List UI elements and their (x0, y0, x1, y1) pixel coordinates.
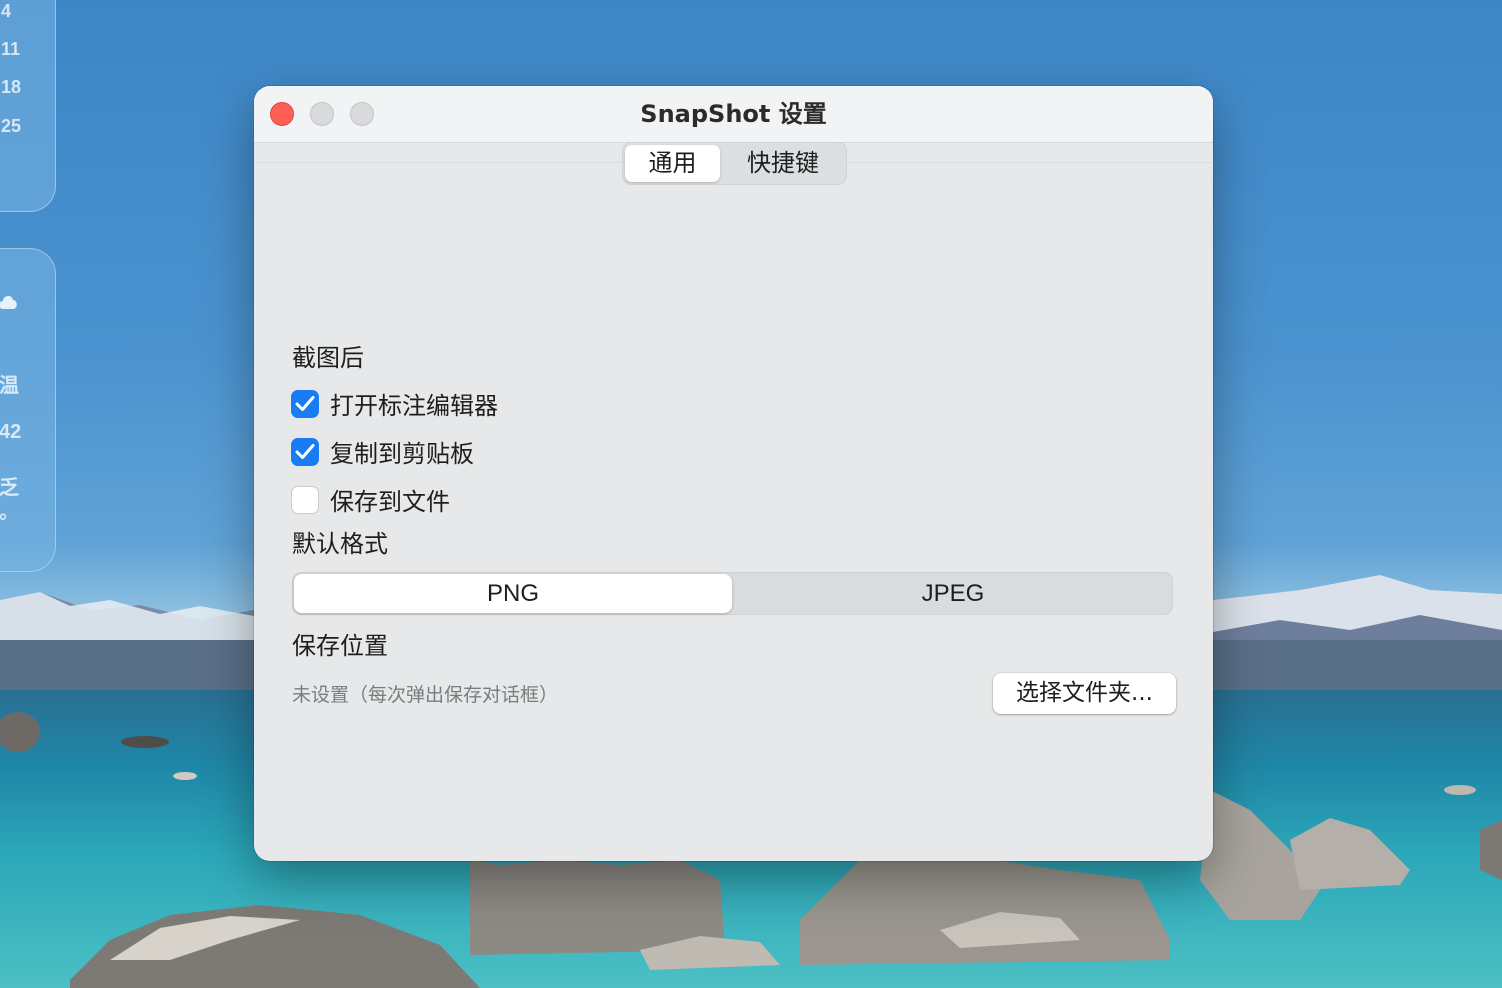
window-title: SnapShot 设置 (640, 100, 827, 128)
save-location-heading: 保存位置 (292, 632, 388, 660)
calendar-date: 11 (1, 39, 21, 59)
tab-shortcuts[interactable]: 快捷键 (723, 145, 843, 182)
save-file-checkbox[interactable] (291, 486, 319, 514)
settings-window: SnapShot 设置 通用 快捷键 截图后 打开标注编辑器 复制到剪贴板 保存… (254, 86, 1213, 861)
zoom-button[interactable] (350, 102, 374, 126)
close-button[interactable] (270, 102, 294, 126)
calendar-date: 4 (1, 1, 12, 21)
save-path-text: 未设置（每次弹出保存对话框） (292, 684, 559, 706)
weather-value: 42 (0, 421, 22, 443)
weather-widget[interactable]: 温 42 乏 ° (0, 248, 56, 572)
calendar-widget[interactable]: 4 11 18 25 (0, 0, 56, 212)
title-bar[interactable]: SnapShot 设置 (254, 86, 1213, 143)
cloud-icon (0, 296, 17, 309)
checkmark-icon (295, 396, 315, 411)
calendar-date: 18 (1, 77, 22, 97)
checkmark-icon (295, 444, 315, 459)
save-file-label[interactable]: 保存到文件 (330, 482, 450, 517)
weather-value: ° (0, 511, 7, 533)
tab-bar: 通用 快捷键 (622, 142, 847, 185)
format-jpeg-option[interactable]: JPEG (733, 574, 1173, 613)
open-editor-label[interactable]: 打开标注编辑器 (330, 386, 498, 421)
tab-general[interactable]: 通用 (625, 145, 720, 182)
calendar-date: 25 (1, 116, 22, 136)
weather-label: 乏 (0, 477, 19, 499)
format-segmented-control: PNG JPEG (292, 572, 1173, 615)
open-editor-checkbox[interactable] (291, 390, 319, 418)
format-png-option[interactable]: PNG (294, 574, 732, 613)
minimize-button[interactable] (310, 102, 334, 126)
weather-label: 温 (0, 375, 19, 397)
choose-folder-button[interactable]: 选择文件夹... (993, 673, 1176, 714)
copy-clipboard-label[interactable]: 复制到剪贴板 (330, 434, 474, 469)
after-capture-heading: 截图后 (292, 344, 364, 372)
copy-clipboard-checkbox[interactable] (291, 438, 319, 466)
default-format-heading: 默认格式 (292, 530, 388, 558)
